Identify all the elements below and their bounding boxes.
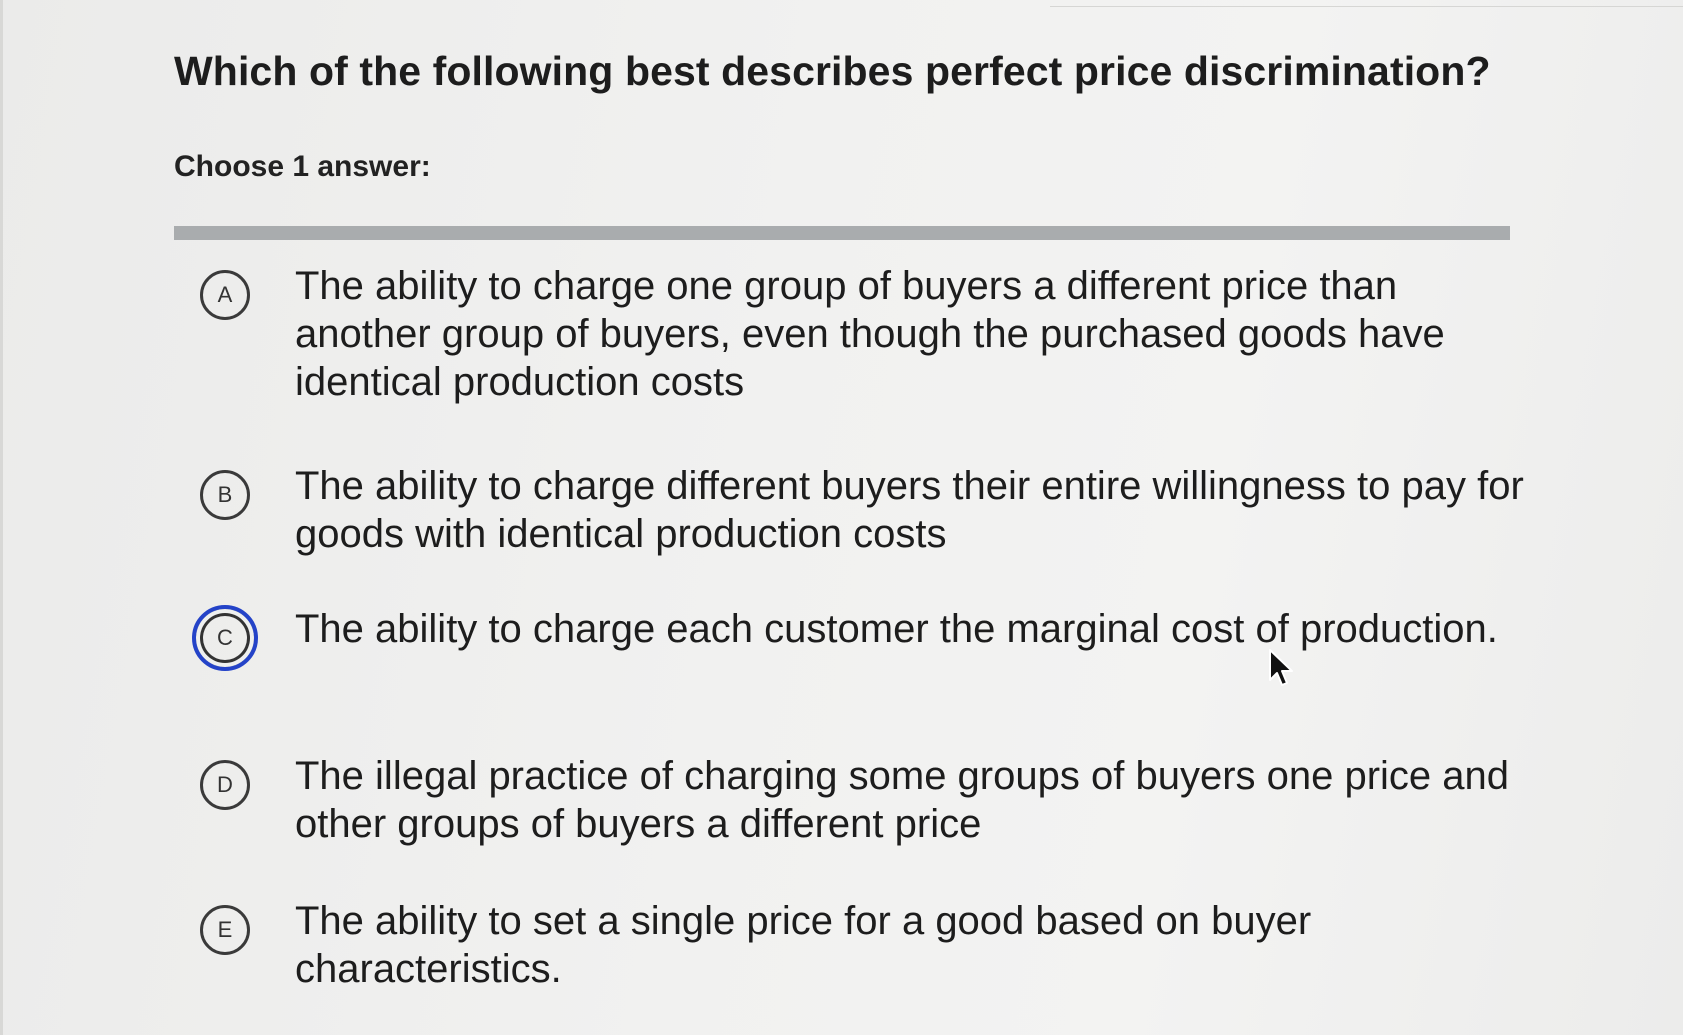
mouse-pointer-icon bbox=[1269, 649, 1293, 686]
choice-e-radio[interactable]: E bbox=[200, 905, 250, 955]
choice-d-radio[interactable]: D bbox=[200, 760, 250, 810]
choice-e-text: The ability to set a single price for a … bbox=[295, 899, 1312, 991]
choice-c-radio-selected[interactable]: C bbox=[192, 605, 258, 671]
answer-choices: A The ability to charge one group of buy… bbox=[0, 0, 1683, 1035]
choice-a-radio[interactable]: A bbox=[200, 270, 250, 320]
quiz-screen: Which of the following best describes pe… bbox=[0, 0, 1683, 1035]
choice-d-text: The illegal practice of charging some gr… bbox=[295, 754, 1510, 846]
choice-c-text: The ability to charge each customer the … bbox=[295, 607, 1498, 651]
choice-b-text: The ability to charge different buyers t… bbox=[295, 464, 1524, 556]
choice-b-radio[interactable]: B bbox=[200, 470, 250, 520]
choice-a-text: The ability to charge one group of buyer… bbox=[295, 264, 1445, 404]
